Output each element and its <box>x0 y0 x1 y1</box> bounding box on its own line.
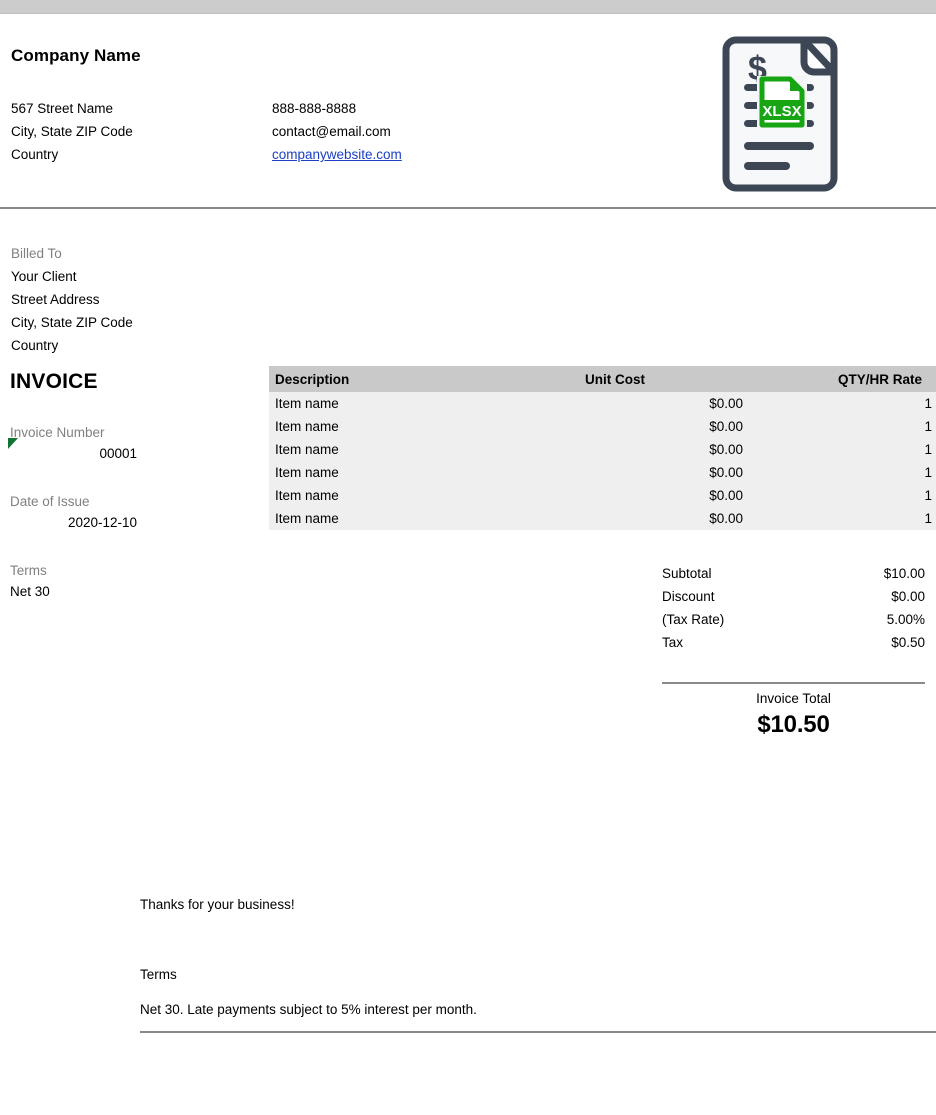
cell-qty: 1 <box>771 461 936 484</box>
totals-row-tax: Tax $0.50 <box>662 631 925 654</box>
totals-block: Subtotal $10.00 Discount $0.00 (Tax Rate… <box>662 562 925 654</box>
table-row: Item name $0.00 1 $0.00 <box>269 507 936 530</box>
cell-description: Item name <box>269 415 489 438</box>
cell-unit-cost: $0.00 <box>489 438 771 461</box>
client-city-state-zip: City, State ZIP Code <box>11 315 133 330</box>
date-of-issue-group: Date of Issue 2020-12-10 <box>10 492 137 534</box>
table-row: Item name $0.00 1 $0.00 <box>269 484 936 507</box>
date-of-issue-value: 2020-12-10 <box>67 515 137 530</box>
invoice-document: Company Name 567 Street Name City, State… <box>0 14 936 1115</box>
footer-divider <box>140 1031 936 1033</box>
cell-unit-cost: $0.00 <box>489 507 771 530</box>
company-website-link[interactable]: companywebsite.com <box>272 147 402 162</box>
terms-group: Terms Net 30 <box>10 561 137 603</box>
footer-terms-label: Terms <box>140 967 177 982</box>
cell-description: Item name <box>269 484 489 507</box>
company-address-line-3: Country <box>11 147 59 162</box>
billed-to-block: Billed To Your Client Street Address Cit… <box>11 242 133 357</box>
company-phone: 888-888-8888 <box>272 101 357 116</box>
tax-label: Tax <box>662 635 684 650</box>
totals-row-discount: Discount $0.00 <box>662 585 925 608</box>
cell-qty: 1 <box>771 507 936 530</box>
discount-label: Discount <box>662 589 715 604</box>
header-divider <box>0 207 936 209</box>
line-items-body: Item name $0.00 1 $10.00 Item name $0.00… <box>269 392 936 530</box>
line-items-table: Description Unit Cost QTY/HR Rate Amount… <box>269 366 936 530</box>
cell-qty: 1 <box>771 392 936 415</box>
client-street: Street Address <box>11 292 100 307</box>
company-address-block: 567 Street Name City, State ZIP Code Cou… <box>11 97 133 166</box>
company-address-line-1: 567 Street Name <box>11 101 114 116</box>
header-description: Description <box>269 366 489 392</box>
cell-description: Item name <box>269 392 489 415</box>
client-country: Country <box>11 338 59 353</box>
cell-qty: 1 <box>771 484 936 507</box>
cell-qty: 1 <box>771 415 936 438</box>
date-of-issue-label: Date of Issue <box>10 494 90 509</box>
table-row: Item name $0.00 1 $0.00 <box>269 438 936 461</box>
thanks-note: Thanks for your business! <box>140 897 295 912</box>
billed-to-label: Billed To <box>11 246 62 261</box>
cell-unit-cost: $0.00 <box>489 484 771 507</box>
tax-rate-label: (Tax Rate) <box>662 612 725 627</box>
totals-row-tax-rate: (Tax Rate) 5.00% <box>662 608 925 631</box>
company-name: Company Name <box>11 46 141 65</box>
invoice-xlsx-document-icon: $ XLSX <box>716 28 844 200</box>
invoice-total-block: Invoice Total $10.50 <box>662 688 925 740</box>
window-top-bar <box>0 0 936 14</box>
subtotal-label: Subtotal <box>662 566 712 581</box>
invoice-number-label: Invoice Number <box>10 425 105 440</box>
cell-unit-cost: $0.00 <box>489 392 771 415</box>
invoice-heading: INVOICE <box>10 370 98 393</box>
table-row: Item name $0.00 1 $0.00 <box>269 461 936 484</box>
totals-divider <box>662 682 925 684</box>
invoice-number-group: Invoice Number 00001 <box>10 423 137 465</box>
company-email: contact@email.com <box>272 124 391 139</box>
company-address-line-2: City, State ZIP Code <box>11 124 133 139</box>
totals-row-subtotal: Subtotal $10.00 <box>662 562 925 585</box>
table-header-row: Description Unit Cost QTY/HR Rate Amount <box>269 366 936 392</box>
terms-label: Terms <box>10 563 47 578</box>
cell-description: Item name <box>269 461 489 484</box>
discount-value: $0.00 <box>891 589 925 604</box>
terms-value: Net 30 <box>10 584 50 599</box>
cell-unit-cost: $0.00 <box>489 415 771 438</box>
invoice-total-value: $10.50 <box>757 711 830 738</box>
table-row: Item name $0.00 1 $10.00 <box>269 392 936 415</box>
tax-rate-value: 5.00% <box>886 612 925 627</box>
table-row: Item name $0.00 1 $0.00 <box>269 415 936 438</box>
footer-terms-body: Net 30. Late payments subject to 5% inte… <box>140 1002 477 1017</box>
header-qty-hr-rate: QTY/HR Rate <box>771 366 936 392</box>
cell-unit-cost: $0.00 <box>489 461 771 484</box>
invoice-number-value: 00001 <box>99 446 137 461</box>
cell-qty: 1 <box>771 438 936 461</box>
header-unit-cost: Unit Cost <box>489 366 771 392</box>
cell-description: Item name <box>269 507 489 530</box>
company-contact-block: 888-888-8888 contact@email.com companywe… <box>272 97 402 166</box>
client-name: Your Client <box>11 269 77 284</box>
cell-description: Item name <box>269 438 489 461</box>
tax-value: $0.50 <box>891 635 925 650</box>
svg-text:XLSX: XLSX <box>762 103 801 120</box>
invoice-total-label: Invoice Total <box>756 691 831 706</box>
subtotal-value: $10.00 <box>883 566 925 581</box>
